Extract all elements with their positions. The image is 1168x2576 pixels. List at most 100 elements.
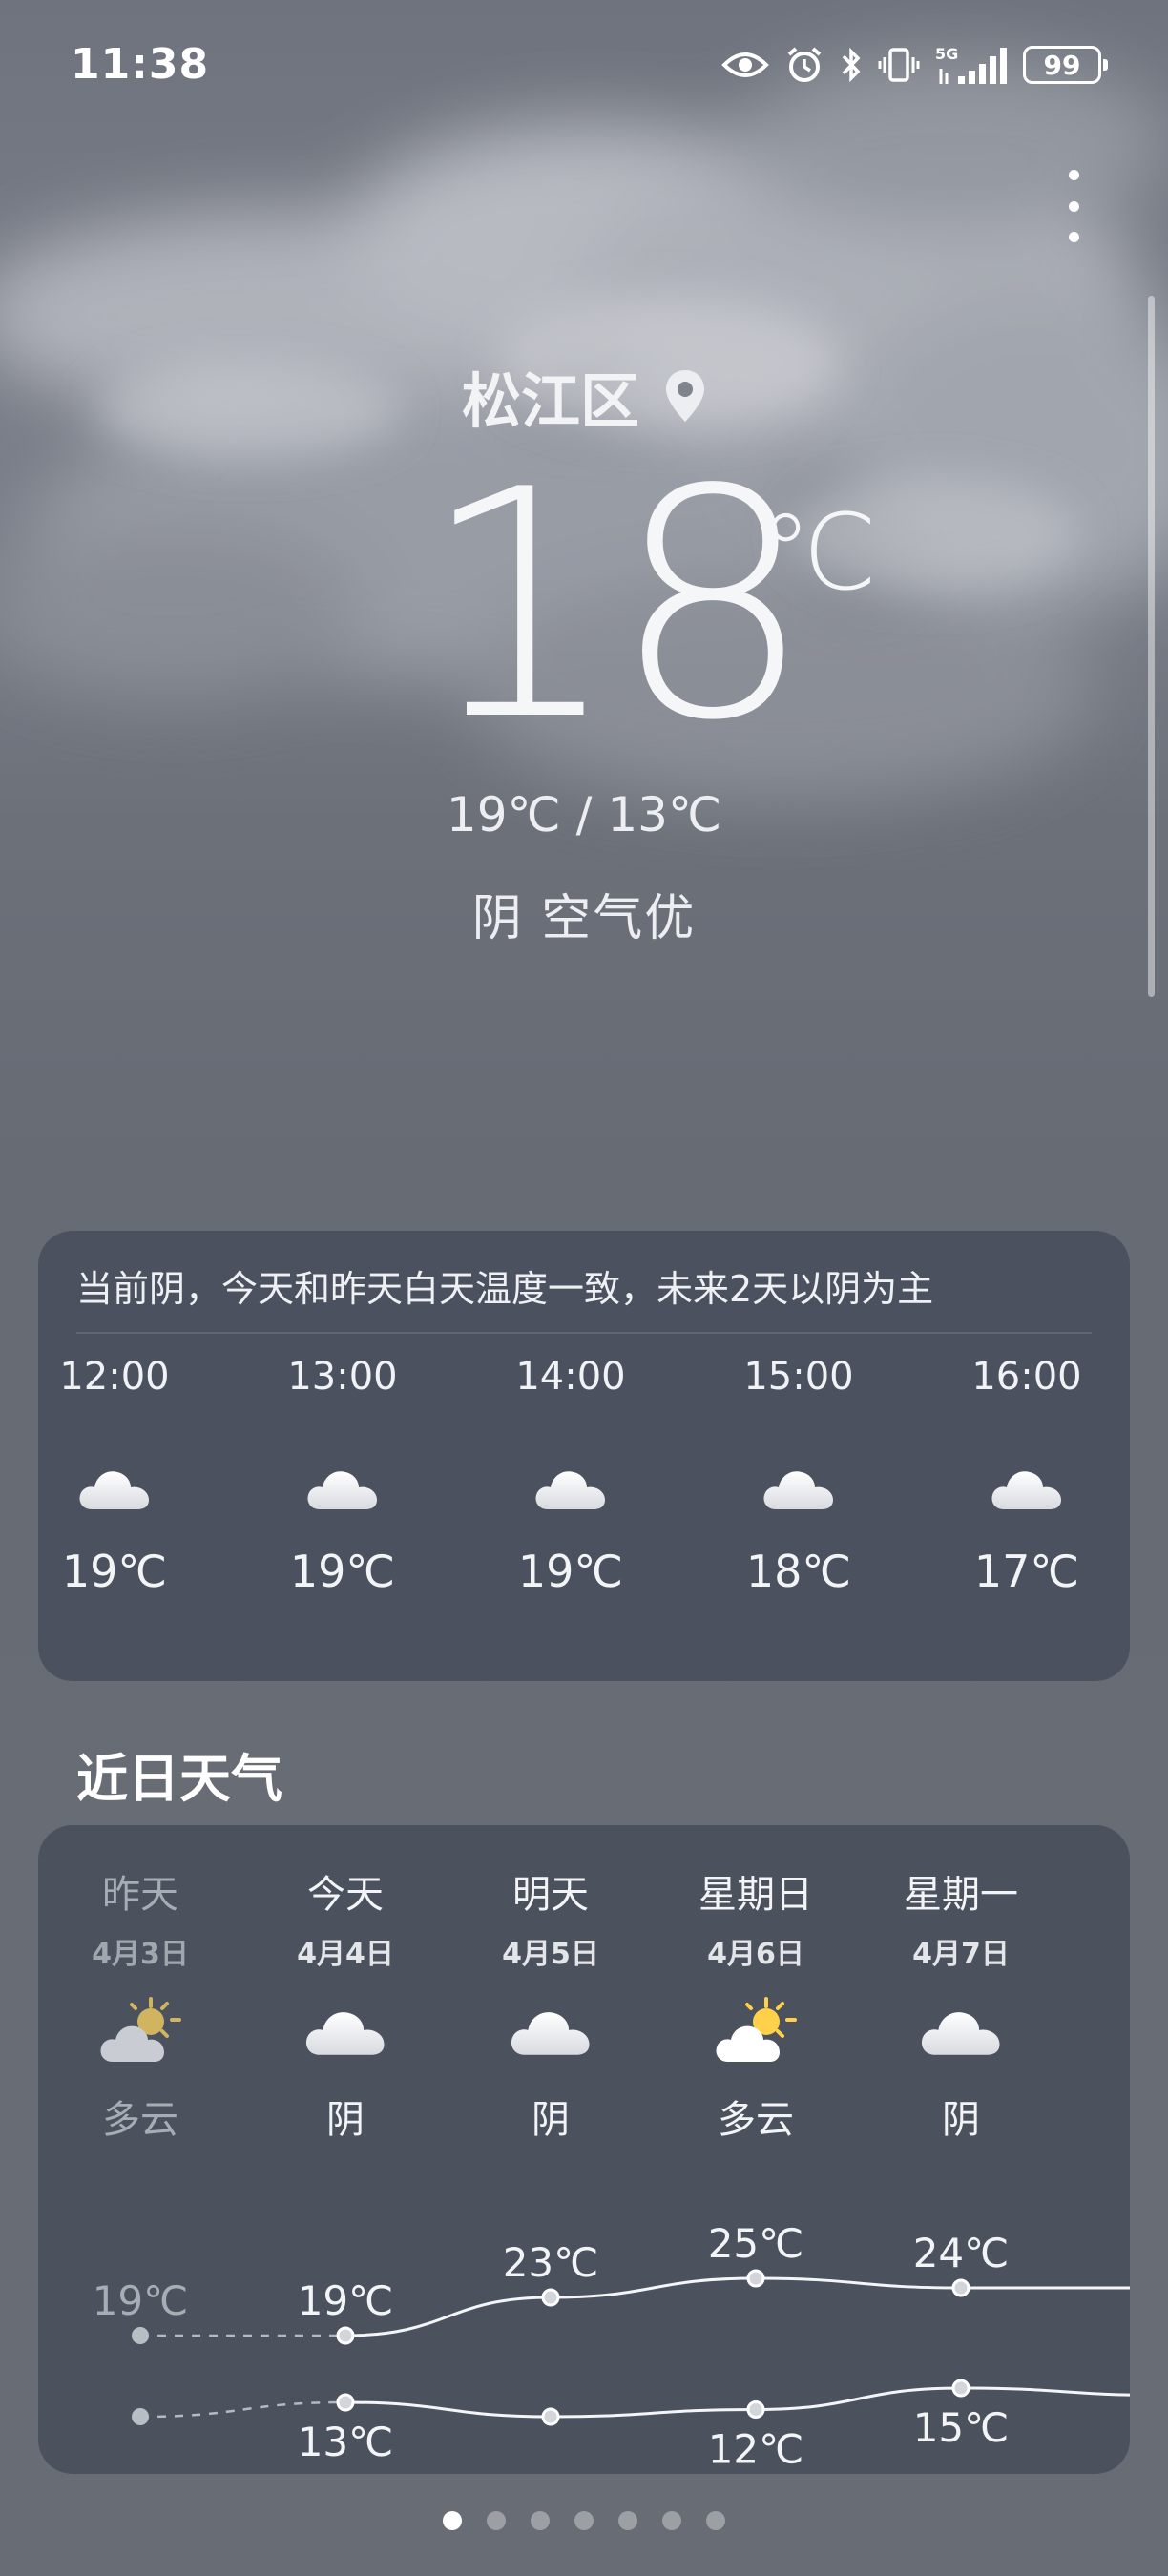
day-date: 4月5日: [502, 1938, 599, 1971]
current-temperature: 18: [420, 423, 813, 789]
daily-item[interactable]: 今天 4月4日 阴: [264, 1863, 427, 2144]
daily-item[interactable]: 星期日 4月6日 多云: [675, 1863, 837, 2144]
low-temp-label: 15℃: [913, 2404, 1010, 2451]
hour-label: 13:00: [287, 1355, 398, 1399]
cloudy-icon: [76, 1462, 153, 1519]
sunny-icon: [1123, 1986, 1130, 2059]
status-time: 11:38: [71, 40, 210, 89]
cloudy-icon: [761, 1462, 837, 1519]
eye-icon: [721, 52, 769, 77]
daily-item[interactable]: 明天 4月5日 阴: [469, 1863, 632, 2144]
hour-label: 12:00: [59, 1355, 170, 1399]
daily-item[interactable]: 星期一 4月7日 阴: [880, 1863, 1042, 2144]
cloudy-icon: [918, 1995, 1004, 2067]
day-condition: 多云: [718, 2098, 794, 2142]
high-temp-label: 19℃: [298, 2277, 394, 2324]
temperature-range: 19℃ / 13℃: [446, 787, 722, 842]
battery-icon: 99: [1023, 46, 1108, 84]
hourly-item: 12:00 19℃: [38, 1355, 191, 1597]
hour-label: 16:00: [971, 1355, 1082, 1399]
divider: [76, 1332, 1092, 1334]
status-bar: 11:38 5G 99: [0, 0, 1168, 134]
high-temp-label: 24℃: [913, 2230, 1010, 2276]
battery-level: 99: [1043, 49, 1081, 81]
partly-cloudy-icon: [97, 1995, 183, 2067]
day-name: 昨天: [102, 1873, 178, 1917]
day-date: 4月6日: [707, 1938, 804, 1971]
hourly-forecast-card[interactable]: 当前阴，今天和昨天白天温度一致，未来2天以阴为主 12:00 19℃ 13:00 …: [38, 1231, 1130, 1681]
daily-item[interactable]: 星 4: [1085, 1863, 1130, 2080]
page-dot[interactable]: [487, 2511, 506, 2530]
hourly-item: 13:00 19℃: [266, 1355, 419, 1597]
series-low-past-line: [139, 2400, 346, 2419]
hourly-item: 14:00 19℃: [494, 1355, 647, 1597]
svg-text:5G: 5G: [935, 45, 958, 63]
day-date: 4月4日: [297, 1938, 394, 1971]
hourly-item: 15:00 18℃: [722, 1355, 875, 1597]
temp-point: [336, 2326, 355, 2345]
cloudy-icon: [302, 1995, 388, 2067]
hour-temperature: 19℃: [517, 1546, 624, 1597]
temp-point: [746, 2269, 765, 2288]
series-low-line: [344, 2386, 1130, 2419]
weather-condition-air-quality[interactable]: 阴 空气优: [0, 878, 1168, 949]
temp-point: [541, 2288, 560, 2307]
hour-temperature: 19℃: [289, 1546, 396, 1597]
temp-point: [746, 2400, 765, 2419]
page-dot[interactable]: [618, 2511, 637, 2530]
cloudy-icon: [532, 1462, 609, 1519]
page-dot[interactable]: [531, 2511, 550, 2530]
low-temp-label: 13℃: [298, 2419, 394, 2465]
cloudy-icon: [508, 1995, 594, 2067]
day-condition: 多云: [102, 2098, 178, 2142]
temp-point: [132, 2408, 149, 2425]
cloudy-icon: [989, 1462, 1065, 1519]
status-icons: 5G 99: [721, 44, 1108, 86]
day-condition: 阴: [326, 2098, 365, 2142]
low-temp-label: 12℃: [708, 2426, 804, 2473]
hour-temperature: 18℃: [745, 1546, 852, 1597]
vibrate-icon: [878, 48, 920, 82]
weather-summary: 当前阴，今天和昨天白天温度一致，未来2天以阴为主: [76, 1268, 934, 1310]
temp-point: [951, 2278, 970, 2297]
day-date: 4月3日: [92, 1938, 189, 1971]
hour-label: 14:00: [515, 1355, 626, 1399]
hourly-item: 16:00 17℃: [950, 1355, 1103, 1597]
hour-temperature: 17℃: [973, 1546, 1080, 1597]
page-indicator[interactable]: [0, 2511, 1168, 2530]
day-condition: 阴: [942, 2098, 980, 2142]
page-dot[interactable]: [574, 2511, 594, 2530]
high-temp-label: 19℃: [93, 2277, 189, 2324]
day-name: 星期日: [699, 1873, 813, 1917]
temp-point: [336, 2393, 355, 2412]
temp-point: [541, 2407, 560, 2426]
partly-cloudy-icon: [713, 1995, 799, 2067]
daily-item[interactable]: 昨天 4月3日 多云: [59, 1863, 221, 2144]
daily-forecast-card[interactable]: 19℃19℃23℃25℃24℃213℃12℃15℃ 昨天 4月3日 多云今天 4…: [38, 1825, 1130, 2474]
temp-point: [132, 2327, 149, 2344]
temperature-unit: ℃: [760, 491, 878, 613]
high-temp-label: 23℃: [503, 2239, 599, 2286]
high-temp-label: 25℃: [708, 2220, 804, 2267]
day-condition: 阴: [532, 2098, 570, 2142]
cloudy-icon: [304, 1462, 381, 1519]
temp-point: [951, 2379, 970, 2398]
signal-5g-icon: 5G: [935, 45, 1007, 84]
section-title-recent-weather: 近日天气: [76, 1749, 282, 1809]
alarm-icon: [787, 47, 822, 82]
page-dot[interactable]: [662, 2511, 681, 2530]
day-date: 4: [1085, 1930, 1130, 1963]
page-dot[interactable]: [706, 2511, 725, 2530]
page-dot[interactable]: [443, 2511, 462, 2530]
location-pin-icon: [666, 370, 704, 422]
more-options-button[interactable]: [1059, 170, 1088, 242]
series-high-line: [344, 2276, 1130, 2337]
hourly-list[interactable]: 12:00 19℃ 13:00 19℃ 14:00 19℃ 15:00 18℃ 16:0…: [38, 1355, 1136, 1670]
hour-label: 15:00: [743, 1355, 854, 1399]
bluetooth-icon: [842, 47, 861, 83]
day-name: 明天: [512, 1873, 589, 1917]
hour-temperature: 19℃: [61, 1546, 168, 1597]
day-name: 星期一: [904, 1873, 1018, 1917]
day-name: 今天: [307, 1873, 384, 1917]
day-name: 星: [1085, 1863, 1130, 1919]
